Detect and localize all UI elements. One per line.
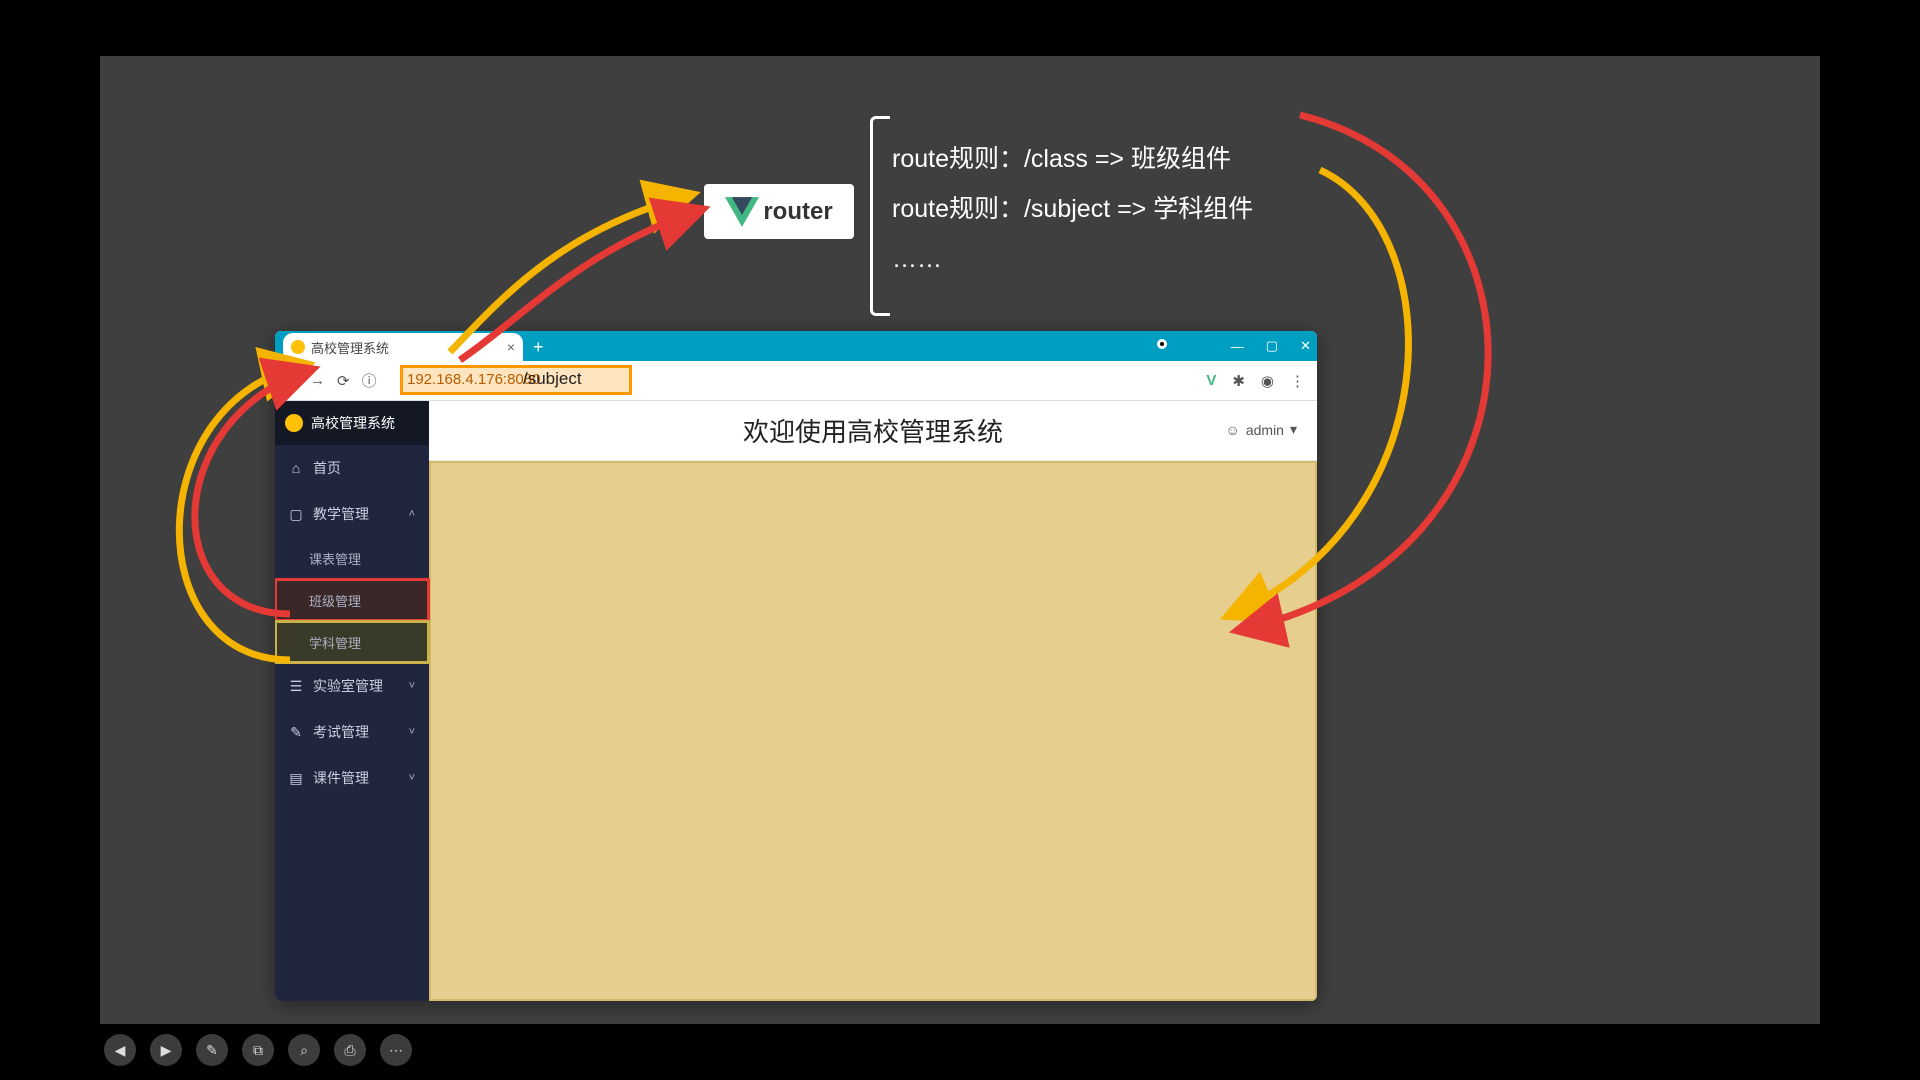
brand-text: 高校管理系统	[311, 413, 395, 433]
new-tab-button[interactable]: +	[533, 337, 544, 358]
sidebar-item-lab[interactable]: ☰ 实验室管理 ˅	[275, 663, 429, 709]
browser-tab[interactable]: 高校管理系统 ×	[283, 333, 523, 361]
brand-logo-icon	[285, 414, 303, 432]
sidebar-item-label: 课表管理	[309, 549, 361, 568]
list-icon: ☰	[289, 678, 303, 695]
sidebar-item-label: 班级管理	[309, 591, 361, 610]
router-badge: router	[704, 184, 854, 239]
chevron-down-icon: ˅	[409, 680, 415, 692]
address-bar: ← → ⟳ ⓘ V ✱ ◉ ⋮ 192.168.4.176:8080 /subj…	[275, 361, 1317, 401]
minimize-button[interactable]: —	[1231, 339, 1244, 354]
route-rule-2: route规则：/subject => 学科组件	[892, 184, 1253, 234]
sidebar-item-exam[interactable]: ✎ 考试管理 ˅	[275, 709, 429, 755]
browser-titlebar: 高校管理系统 × + — ▢ ✕	[275, 331, 1317, 361]
cast-icon[interactable]	[1157, 339, 1167, 349]
sidebar-item-teaching[interactable]: ▢ 教学管理 ˄	[275, 491, 429, 537]
chevron-down-icon: ˅	[409, 772, 415, 784]
sidebar-brand[interactable]: 高校管理系统	[275, 401, 429, 445]
sidebar-item-label: 教学管理	[313, 504, 369, 524]
chevron-down-icon: ˅	[409, 726, 415, 738]
user-name: admin	[1246, 422, 1284, 438]
player-prev-button[interactable]: ◀	[104, 1034, 136, 1066]
slide-canvas: router route规则：/class => 班级组件 route规则：/s…	[100, 56, 1820, 1024]
site-info-icon[interactable]: ⓘ	[362, 370, 377, 391]
main-panel: 欢迎使用高校管理系统 ☺ admin ▾	[429, 401, 1317, 1001]
back-button[interactable]: ←	[283, 372, 298, 389]
sidebar-item-courseware[interactable]: ▤ 课件管理 ˅	[275, 755, 429, 801]
player-search-button[interactable]: ⌕	[288, 1034, 320, 1066]
router-label: router	[763, 198, 832, 226]
user-icon: ☺	[1226, 422, 1240, 438]
sidebar-item-class[interactable]: 班级管理	[275, 579, 429, 621]
url-host: 192.168.4.176:8080	[407, 371, 540, 388]
route-rule-1: route规则：/class => 班级组件	[892, 134, 1253, 184]
vue-logo-icon	[725, 197, 759, 227]
page-title: 欢迎使用高校管理系统	[743, 412, 1003, 449]
player-controls: ◀ ▶ ✎ ⧉ ⌕ ⎙ ⋯	[104, 1034, 412, 1066]
sidebar-item-home[interactable]: ⌂ 首页	[275, 445, 429, 491]
sidebar-item-label: 考试管理	[313, 722, 369, 742]
user-menu[interactable]: ☺ admin ▾	[1226, 421, 1297, 438]
url-path: /subject	[523, 369, 582, 389]
sidebar-item-label: 实验室管理	[313, 676, 383, 696]
close-window-button[interactable]: ✕	[1300, 338, 1311, 354]
sidebar-item-subject[interactable]: 学科管理	[275, 621, 429, 663]
favicon-icon	[291, 340, 305, 354]
player-copy-button[interactable]: ⧉	[242, 1034, 274, 1066]
extension-icons: V ✱ ◉ ⋮	[1206, 372, 1305, 390]
doc-icon: ▤	[289, 770, 303, 787]
caret-down-icon: ▾	[1290, 421, 1297, 438]
browser-window: 高校管理系统 × + — ▢ ✕ ← → ⟳ ⓘ V ✱ ◉ ⋮	[275, 331, 1317, 1001]
vue-devtools-icon[interactable]: V	[1206, 372, 1216, 389]
tab-title: 高校管理系统	[311, 338, 389, 357]
content-area	[429, 461, 1317, 1001]
app-shell: 高校管理系统 ⌂ 首页 ▢ 教学管理 ˄ 课表管理 班级管理	[275, 401, 1317, 1001]
sidebar-item-schedule[interactable]: 课表管理	[275, 537, 429, 579]
chevron-up-icon: ˄	[409, 508, 415, 520]
maximize-button[interactable]: ▢	[1266, 338, 1278, 354]
player-print-button[interactable]: ⎙	[334, 1034, 366, 1066]
monitor-icon: ▢	[289, 506, 303, 523]
extensions-icon[interactable]: ✱	[1232, 372, 1245, 390]
player-play-button[interactable]: ▶	[150, 1034, 182, 1066]
app-header: 欢迎使用高校管理系统 ☺ admin ▾	[429, 401, 1317, 461]
forward-button[interactable]: →	[310, 372, 325, 389]
browser-menu-icon[interactable]: ⋮	[1290, 372, 1305, 390]
route-rules: route规则：/class => 班级组件 route规则：/subject …	[892, 134, 1253, 284]
sidebar-item-label: 课件管理	[313, 768, 369, 788]
route-rule-ellipsis: ……	[892, 234, 1253, 284]
tab-close-icon[interactable]: ×	[507, 339, 515, 355]
profile-icon[interactable]: ◉	[1261, 372, 1274, 390]
sidebar: 高校管理系统 ⌂ 首页 ▢ 教学管理 ˄ 课表管理 班级管理	[275, 401, 429, 1001]
player-edit-button[interactable]: ✎	[196, 1034, 228, 1066]
player-more-button[interactable]: ⋯	[380, 1034, 412, 1066]
home-icon: ⌂	[289, 460, 303, 476]
edit-icon: ✎	[289, 724, 303, 741]
window-buttons: — ▢ ✕	[1231, 331, 1311, 361]
sidebar-item-label: 学科管理	[309, 633, 361, 652]
bracket-icon	[870, 116, 890, 316]
sidebar-item-label: 首页	[313, 458, 341, 478]
reload-button[interactable]: ⟳	[337, 372, 350, 390]
